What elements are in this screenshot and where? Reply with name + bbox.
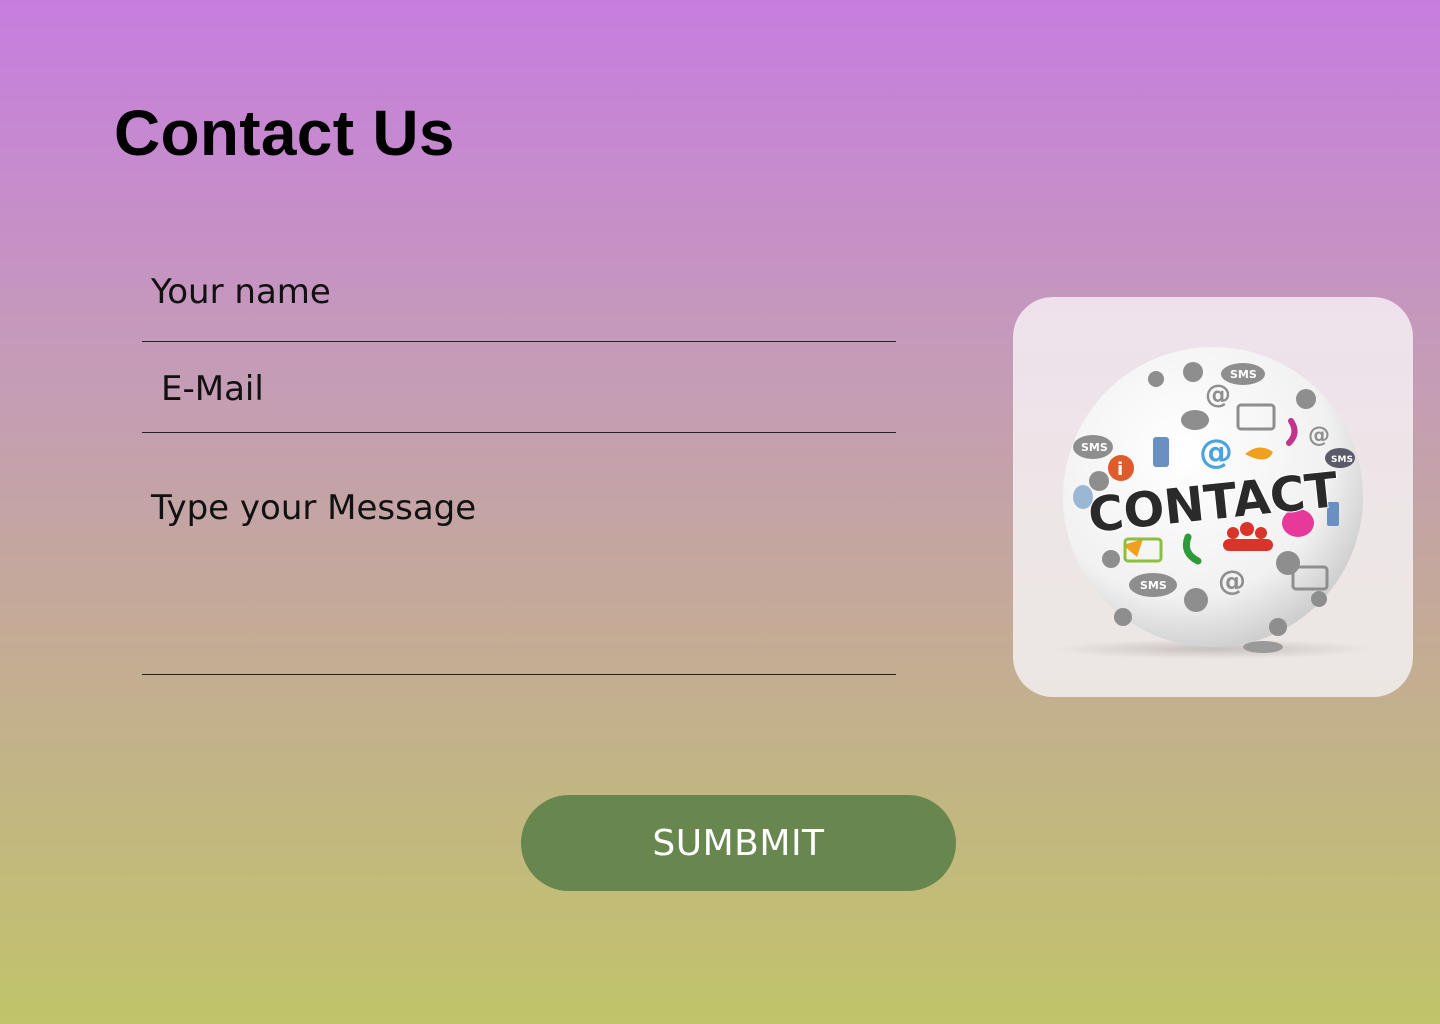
svg-text:@: @	[1199, 432, 1233, 472]
svg-text:SMS: SMS	[1230, 368, 1257, 381]
svg-text:SMS: SMS	[1081, 441, 1108, 454]
message-field-container	[142, 488, 896, 675]
svg-text:@: @	[1308, 423, 1330, 448]
svg-text:@: @	[1218, 564, 1246, 597]
page-title: Contact Us	[114, 97, 455, 169]
name-input[interactable]	[142, 268, 896, 316]
svg-text:SMS: SMS	[1140, 579, 1167, 592]
svg-text:@: @	[1205, 380, 1231, 410]
svg-text:i: i	[1117, 459, 1123, 480]
contact-illustration: @ @ @ @ SMS SMS SMS SMS i CONTACT	[1013, 297, 1413, 697]
submit-button[interactable]: SUMBMIT	[521, 795, 956, 891]
message-textarea[interactable]	[142, 488, 896, 638]
email-input[interactable]	[142, 366, 896, 412]
name-field-container	[142, 268, 896, 342]
email-field-container	[142, 366, 896, 433]
contact-globe-image: @ @ @ @ SMS SMS SMS SMS i CONTACT	[1053, 347, 1373, 659]
